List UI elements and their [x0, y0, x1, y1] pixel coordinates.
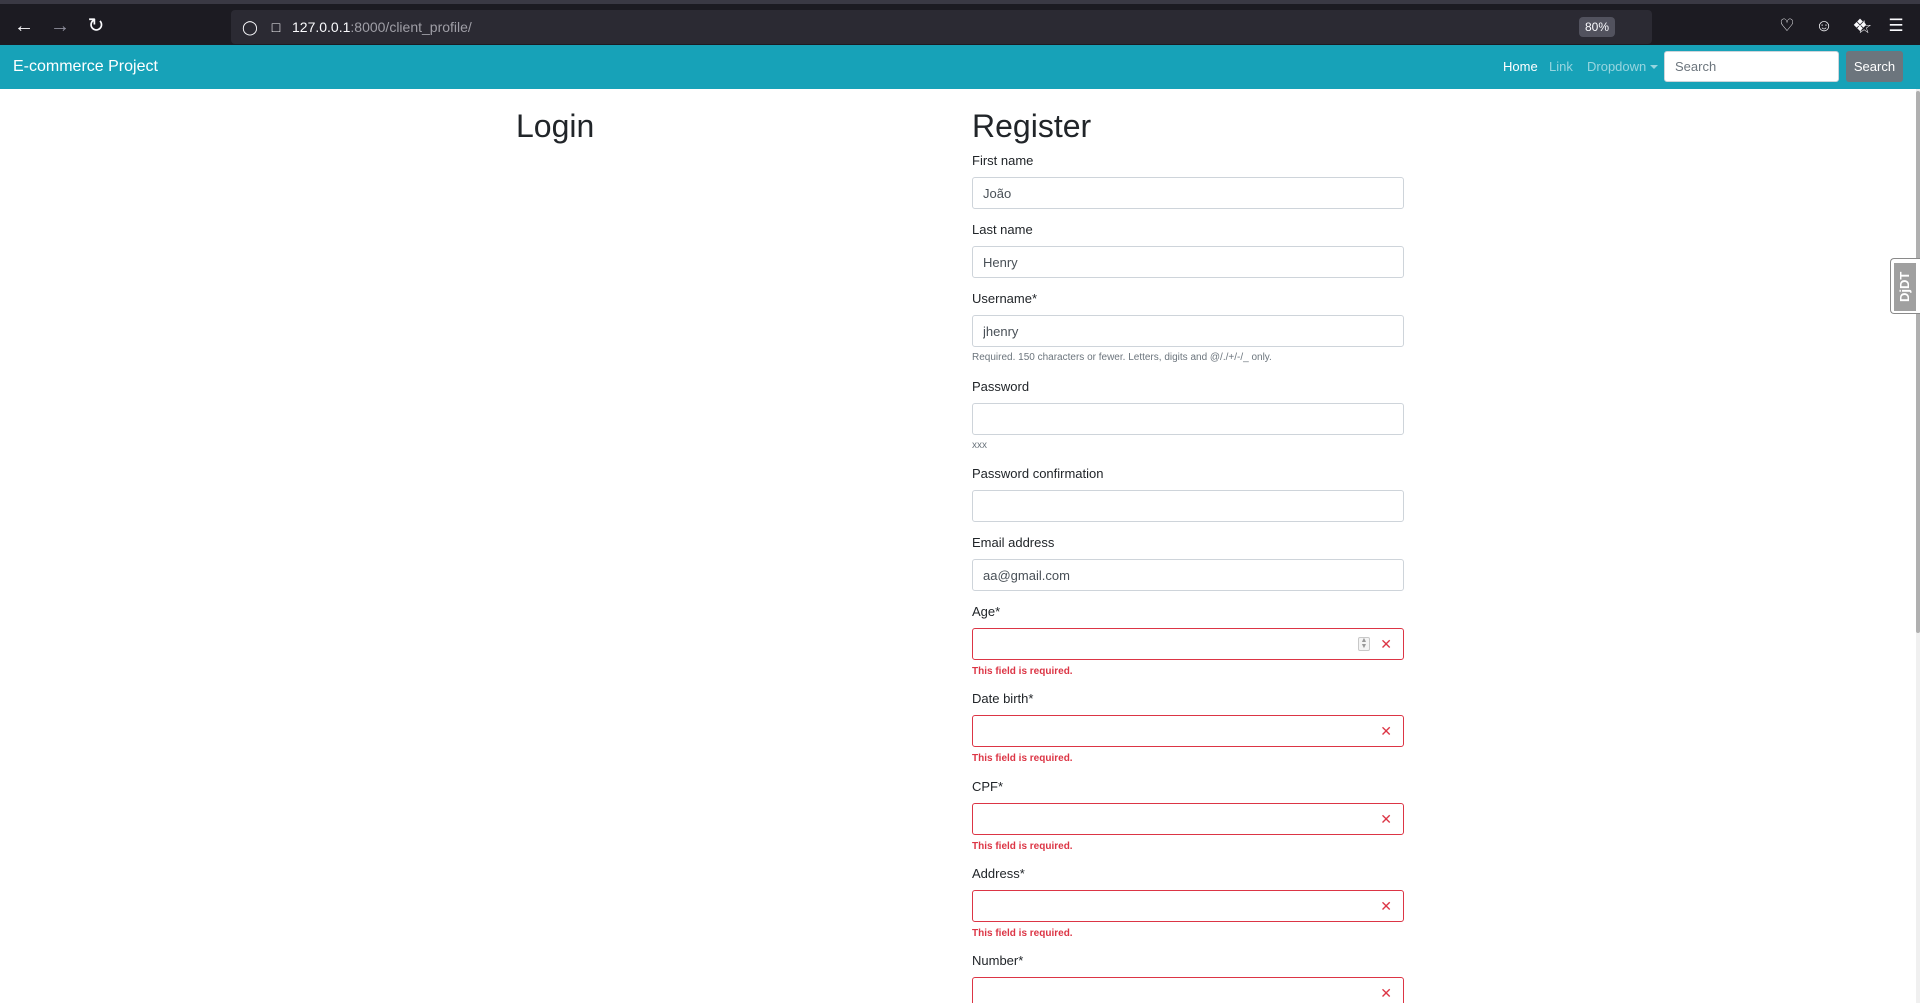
first-name-label: First name	[972, 153, 1034, 168]
extensions-icon[interactable]: ❖	[1849, 15, 1871, 37]
age-group: Age* ▲ ▼ ✕ This field is required.	[972, 604, 1404, 691]
password-label: Password	[972, 379, 1030, 394]
last-name-input[interactable]	[972, 246, 1404, 278]
nav-link-home[interactable]: Home	[1503, 58, 1538, 76]
password-confirmation-label: Password confirmation	[972, 466, 1104, 481]
email-label: Email address	[972, 535, 1055, 550]
invalid-x-icon: ✕	[1380, 723, 1392, 739]
date-birth-input[interactable]	[972, 715, 1404, 747]
first-name-group: First name	[972, 153, 1404, 222]
number-input[interactable]	[972, 977, 1404, 1003]
address-error-text: This field is required.	[972, 928, 1073, 939]
number-group: Number* ✕	[972, 953, 1404, 1003]
menu-icon[interactable]: ☰	[1885, 15, 1907, 37]
zoom-level-badge[interactable]: 80%	[1579, 17, 1615, 37]
first-name-input[interactable]	[972, 177, 1404, 209]
username-input[interactable]	[972, 315, 1404, 347]
password-group: Password xxx	[972, 379, 1404, 466]
url-bar[interactable]: ◯ □ 127.0.0.1:8000/client_profile/ 80% ☆	[231, 10, 1872, 44]
url-text[interactable]: 127.0.0.1:8000/client_profile/	[292, 18, 472, 36]
navbar-search-input[interactable]	[1664, 51, 1839, 82]
invalid-x-icon: ✕	[1380, 898, 1392, 914]
navbar-search-button[interactable]: Search	[1846, 51, 1903, 82]
reload-icon[interactable]: ↻	[83, 14, 109, 40]
number-spinner-icon[interactable]: ▲ ▼	[1358, 637, 1370, 651]
django-debug-toolbar-handle[interactable]: DjDT	[1890, 258, 1920, 314]
nav-link-link[interactable]: Link	[1549, 58, 1573, 76]
username-group: Username* Required. 150 characters or fe…	[972, 291, 1404, 379]
cpf-group: CPF* ✕ This field is required.	[972, 779, 1404, 866]
email-group: Email address	[972, 535, 1404, 604]
address-input[interactable]	[972, 890, 1404, 922]
cpf-label: CPF*	[972, 779, 1004, 794]
navbar-brand[interactable]: E-commerce Project	[13, 56, 158, 78]
cpf-error-text: This field is required.	[972, 841, 1073, 852]
password-confirmation-input[interactable]	[972, 490, 1404, 522]
age-label: Age*	[972, 604, 1001, 619]
nav-dropdown-label: Dropdown	[1587, 59, 1647, 74]
url-host: 127.0.0.1	[292, 19, 351, 35]
browser-toolbar: ← → ↻ ◯ □ 127.0.0.1:8000/client_profile/…	[0, 0, 1920, 45]
invalid-x-icon: ✕	[1380, 811, 1392, 827]
nav-dropdown-toggle[interactable]: Dropdown	[1587, 58, 1659, 76]
djdt-label: DjDT	[1894, 263, 1916, 311]
forward-arrow-icon[interactable]: →	[47, 14, 73, 40]
age-input[interactable]	[972, 628, 1404, 660]
pocket-icon[interactable]: ♡	[1776, 15, 1798, 37]
register-form: First name Last name Username* Required.…	[972, 153, 1404, 1003]
date-birth-group: Date birth* ✕ This field is required.	[972, 691, 1404, 779]
email-input[interactable]	[972, 559, 1404, 591]
account-icon[interactable]: ☺	[1813, 15, 1835, 37]
invalid-x-icon: ✕	[1380, 985, 1392, 1001]
invalid-x-icon: ✕	[1380, 636, 1392, 652]
password-input[interactable]	[972, 403, 1404, 435]
back-arrow-icon[interactable]: ←	[11, 14, 37, 40]
address-group: Address* ✕ This field is required.	[972, 866, 1404, 953]
username-help-text: Required. 150 characters or fewer. Lette…	[972, 352, 1272, 363]
password-confirmation-group: Password confirmation	[972, 466, 1404, 535]
last-name-label: Last name	[972, 222, 1033, 237]
page-icon: □	[271, 19, 281, 35]
register-title: Register	[972, 108, 1092, 144]
url-path: :8000/client_profile/	[350, 19, 472, 35]
password-help-text: xxx	[972, 440, 987, 451]
login-title: Login	[516, 108, 595, 144]
date-birth-error-text: This field is required.	[972, 753, 1073, 764]
username-label: Username*	[972, 291, 1038, 306]
date-birth-label: Date birth*	[972, 691, 1034, 706]
page-content: Login Register First name Last name User…	[0, 89, 1920, 1003]
shield-icon[interactable]: ◯	[241, 18, 259, 36]
address-label: Address*	[972, 866, 1025, 881]
number-label: Number*	[972, 953, 1024, 968]
caret-down-icon	[1650, 65, 1659, 69]
scrollbar-thumb[interactable]	[1916, 91, 1920, 633]
last-name-group: Last name	[972, 222, 1404, 291]
age-error-text: This field is required.	[972, 666, 1073, 677]
site-navbar: E-commerce Project Home Link Dropdown Se…	[0, 45, 1920, 89]
cpf-input[interactable]	[972, 803, 1404, 835]
